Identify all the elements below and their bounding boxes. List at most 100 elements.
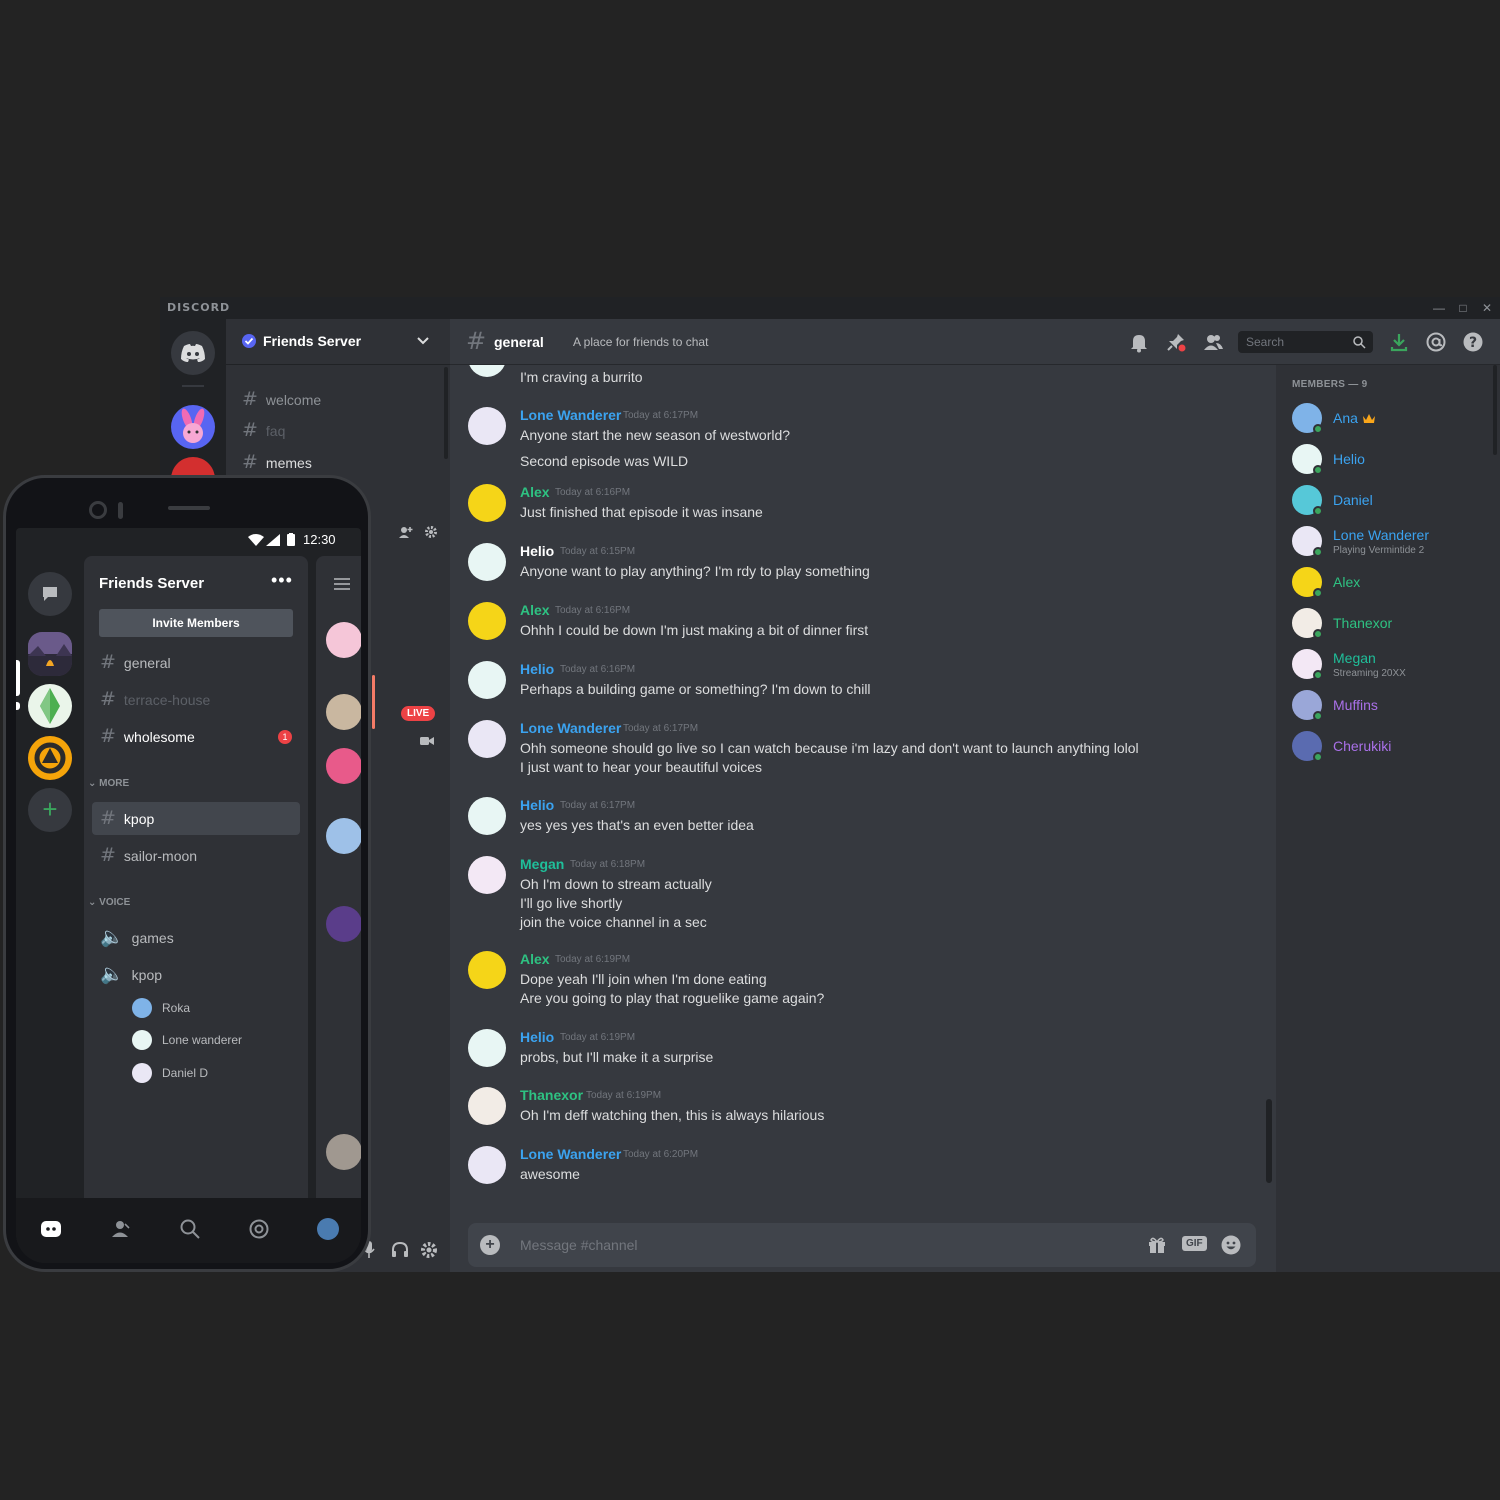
member-item[interactable]: Daniel <box>1292 485 1492 519</box>
message-author[interactable]: Alex <box>520 484 550 500</box>
emoji-icon[interactable] <box>1220 1234 1242 1256</box>
discord-home-icon[interactable] <box>40 1218 62 1240</box>
maximize-icon[interactable]: □ <box>1454 299 1472 317</box>
mentions-icon[interactable] <box>1425 331 1447 353</box>
member-list-icon[interactable] <box>1202 331 1224 353</box>
user-avatar[interactable] <box>468 720 506 758</box>
message-author[interactable]: Alex <box>520 602 550 618</box>
gear-icon[interactable] <box>424 525 438 539</box>
channel-faq[interactable]: # faq <box>242 419 285 441</box>
user-avatar[interactable] <box>468 661 506 699</box>
voice-user[interactable]: Roka <box>132 996 190 1020</box>
voice-user[interactable]: Lone wanderer <box>132 1028 242 1052</box>
member-item[interactable]: Ana <box>1292 403 1492 437</box>
category-more[interactable]: ⌄ MORE <box>88 778 129 789</box>
category-voice[interactable]: ⌄ VOICE <box>88 897 130 908</box>
user-avatar[interactable] <box>468 365 506 377</box>
message-author[interactable]: Megan <box>520 856 564 872</box>
message-author[interactable]: Helio <box>520 543 554 559</box>
voice-channel-kpop[interactable]: 🔈 kpop <box>92 958 300 991</box>
user-avatar[interactable] <box>326 694 361 730</box>
headphones-icon[interactable] <box>390 1240 410 1260</box>
message-author[interactable]: Thanexor <box>520 1087 583 1103</box>
user-avatar[interactable] <box>468 1029 506 1067</box>
member-item[interactable]: Cherukiki <box>1292 731 1492 765</box>
invite-members-button[interactable]: Invite Members <box>99 609 293 637</box>
message-author[interactable]: Helio <box>520 1029 554 1045</box>
user-avatar[interactable] <box>468 484 506 522</box>
add-server-button[interactable]: + <box>28 788 72 832</box>
user-avatar[interactable] <box>468 602 506 640</box>
chevron-down-icon[interactable] <box>416 333 430 347</box>
user-avatar[interactable] <box>468 543 506 581</box>
user-avatar[interactable] <box>468 1146 506 1184</box>
dm-button[interactable] <box>28 572 72 616</box>
message-list[interactable]: I'm craving a burrito Lone Wanderer Toda… <box>450 365 1276 1205</box>
user-avatar[interactable] <box>468 856 506 894</box>
user-avatar[interactable] <box>468 951 506 989</box>
home-button[interactable] <box>171 331 215 375</box>
message-author[interactable]: Lone Wanderer <box>520 720 621 736</box>
add-attachment-button[interactable]: + <box>480 1235 500 1255</box>
channel-kpop[interactable]: # kpop <box>92 802 300 835</box>
channel-scrollbar[interactable] <box>444 367 448 459</box>
user-avatar[interactable] <box>468 407 506 445</box>
channel-memes[interactable]: # memes <box>242 451 312 473</box>
channel-terrace-house[interactable]: # terrace-house <box>92 683 300 716</box>
message-author[interactable]: Helio <box>520 797 554 813</box>
member-item[interactable]: Lone Wanderer Playing Vermintide 2 <box>1292 526 1492 560</box>
message-scrollbar[interactable] <box>1266 1099 1272 1183</box>
message-author[interactable]: Lone Wanderer <box>520 1146 621 1162</box>
server-header[interactable]: Friends Server <box>226 319 450 365</box>
app-brand: DISCORD <box>167 301 231 314</box>
user-avatar[interactable] <box>326 818 361 854</box>
user-avatar[interactable] <box>468 797 506 835</box>
user-avatar[interactable] <box>468 1087 506 1125</box>
gear-icon[interactable] <box>420 1241 438 1259</box>
minimize-icon[interactable]: — <box>1430 299 1448 317</box>
message-input[interactable] <box>514 1223 1134 1267</box>
download-icon[interactable] <box>1388 331 1410 353</box>
member-scrollbar[interactable] <box>1493 365 1497 455</box>
bell-icon[interactable] <box>1128 331 1150 353</box>
user-avatar[interactable] <box>326 906 361 942</box>
close-icon[interactable]: ✕ <box>1478 299 1496 317</box>
search-icon[interactable] <box>1352 335 1366 349</box>
user-avatar[interactable] <box>326 748 361 784</box>
profile-avatar[interactable] <box>317 1218 339 1240</box>
camera-icon[interactable] <box>420 736 434 746</box>
search-field[interactable] <box>1238 331 1373 353</box>
gif-button[interactable]: GIF <box>1182 1236 1207 1251</box>
server-icon-emblem[interactable] <box>28 736 72 780</box>
channel-welcome[interactable]: # welcome <box>242 388 321 410</box>
gift-icon[interactable] <box>1146 1234 1168 1256</box>
channel-general[interactable]: # general <box>92 646 300 679</box>
voice-channel-games[interactable]: 🔈 games <box>92 921 300 954</box>
server-icon-bunny[interactable] <box>171 405 215 449</box>
user-avatar[interactable] <box>326 1134 361 1170</box>
message-author[interactable]: Alex <box>520 951 550 967</box>
user-avatar[interactable] <box>326 622 361 658</box>
hamburger-menu-icon[interactable] <box>334 578 350 590</box>
channel-wholesome[interactable]: # wholesome 1 <box>92 720 300 753</box>
server-icon-plumbob[interactable] <box>28 684 72 728</box>
server-icon-campfire[interactable] <box>28 632 72 676</box>
invite-user-icon[interactable] <box>398 525 414 539</box>
member-item[interactable]: Megan Streaming 20XX <box>1292 649 1492 683</box>
search-input[interactable] <box>1238 331 1348 353</box>
search-icon[interactable] <box>179 1218 201 1240</box>
message-text: Are you going to play that roguelike gam… <box>520 990 825 1006</box>
member-item[interactable]: Muffins <box>1292 690 1492 724</box>
voice-user[interactable]: Daniel D <box>132 1061 208 1085</box>
member-item[interactable]: Helio <box>1292 444 1492 478</box>
member-item[interactable]: Thanexor <box>1292 608 1492 642</box>
message-author[interactable]: Helio <box>520 661 554 677</box>
channel-sailor-moon[interactable]: # sailor-moon <box>92 839 300 872</box>
friends-icon[interactable] <box>110 1218 132 1240</box>
member-item[interactable]: Alex <box>1292 567 1492 601</box>
help-icon[interactable]: ? <box>1462 331 1484 353</box>
message-author[interactable]: Lone Wanderer <box>520 407 621 423</box>
mentions-icon[interactable] <box>248 1218 270 1240</box>
pin-icon[interactable] <box>1165 331 1187 353</box>
more-options-button[interactable]: ••• <box>271 570 293 591</box>
